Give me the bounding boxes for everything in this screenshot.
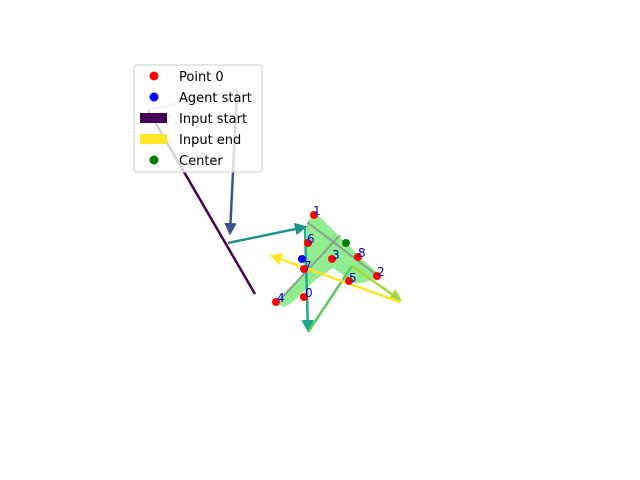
point-label: 8 xyxy=(358,246,366,260)
point-label: 7 xyxy=(304,259,312,273)
legend-label-agent-start: Agent start xyxy=(179,91,252,106)
legend-label-input-end: Input end xyxy=(179,133,241,148)
point-label: 0 xyxy=(305,286,313,300)
legend-marker-agent-start xyxy=(149,92,159,102)
point-label: 3 xyxy=(332,248,340,262)
center-marker xyxy=(342,239,350,247)
legend-label-input-start: Input start xyxy=(179,112,247,127)
legend-swatch-input-start xyxy=(140,113,167,123)
point-label: 5 xyxy=(349,271,357,285)
legend-marker-center xyxy=(149,155,159,165)
trajectory-arrow xyxy=(227,222,308,245)
legend-label-point0: Point 0 xyxy=(179,70,224,85)
diagram-svg: 0 1 2 3 4 5 6 7 8 Point 0 Agent start In… xyxy=(133,64,403,333)
plot-canvas: 0 1 2 3 4 5 6 7 8 Point 0 Agent start In… xyxy=(0,0,640,480)
legend-marker-point0 xyxy=(149,71,159,81)
point-label: 1 xyxy=(313,204,321,218)
legend: Point 0 Agent start Input start Input en… xyxy=(133,64,263,173)
point-label: 4 xyxy=(277,291,285,305)
legend-swatch-input-end xyxy=(140,134,167,144)
legend-label-center: Center xyxy=(179,154,223,169)
point-label: 6 xyxy=(307,232,315,246)
point-label: 2 xyxy=(377,265,385,279)
